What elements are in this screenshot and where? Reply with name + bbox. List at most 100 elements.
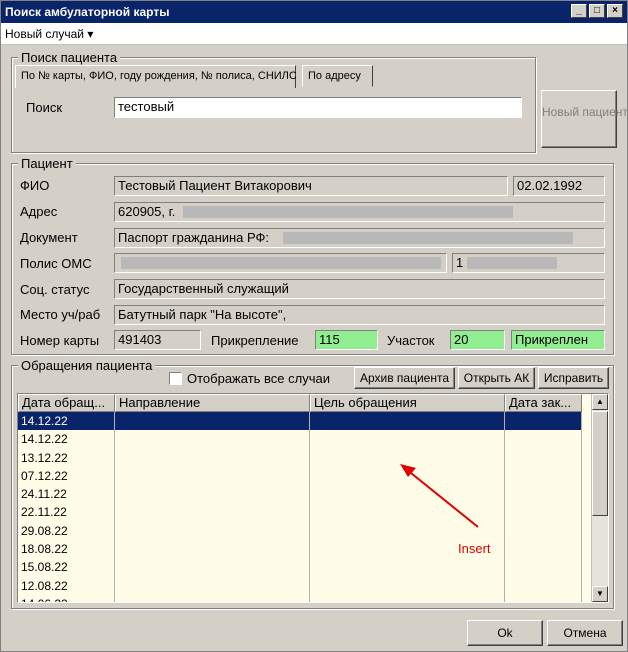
attach-label: Прикрепление [211,333,299,348]
table-row[interactable]: 14.06.22 [18,594,582,602]
table-cell [115,466,310,486]
scroll-down-icon[interactable]: ▼ [592,586,608,602]
fio-label: ФИО [20,178,50,193]
redacted-address [183,206,513,218]
table-row[interactable]: 15.08.22 [18,558,582,577]
title-bar: Поиск амбулаторной карты _ □ × [1,1,627,23]
table-cell: 24.11.22 [18,485,115,504]
table-row[interactable]: 29.08.22 [18,521,582,541]
scroll-up-icon[interactable]: ▲ [592,394,608,410]
ok-button[interactable]: Ok [467,620,543,646]
table-cell [115,485,310,504]
table-cell [115,594,310,602]
document-label: Документ [20,230,78,245]
table-cell [310,430,505,449]
oms-series-field [114,253,447,273]
social-status-label: Соц. статус [20,282,90,297]
table-cell [505,466,582,486]
attach-status-field: Прикреплен [511,330,605,350]
column-header[interactable]: Направление [115,394,310,412]
redacted-document [283,232,573,244]
visits-group-title: Обращения пациента [18,358,156,373]
table-cell [310,594,505,602]
table-cell [505,521,582,541]
table-cell [505,594,582,602]
visits-table[interactable]: Дата обращ... Направление Цель обращения… [17,393,609,603]
redacted-oms [121,257,441,269]
table-row[interactable]: 18.08.22 [18,540,582,559]
table-cell: 13.12.22 [18,448,115,467]
table-cell: 29.08.22 [18,521,115,541]
show-all-label: Отображать все случаи [187,371,330,386]
table-cell [505,485,582,504]
column-header[interactable]: Цель обращения [310,394,505,412]
table-cell [505,448,582,467]
search-input[interactable]: тестовый [114,97,522,118]
table-row[interactable]: 07.12.22 [18,466,582,486]
menu-new-case[interactable]: Новый случай ▾ [5,27,93,41]
table-cell: 14.12.22 [18,412,115,431]
section-label: Участок [387,333,435,348]
oms-number-field: 1 [452,253,605,273]
cancel-button[interactable]: Отмена [547,620,623,646]
table-row[interactable]: 14.12.22 [18,412,582,431]
table-row[interactable]: 14.12.22 [18,430,582,449]
table-cell: 12.08.22 [18,576,115,595]
patient-archive-button[interactable]: Архив пациента [354,367,455,389]
chevron-down-icon: ▾ [87,27,94,41]
address-label: Адрес [20,204,58,219]
card-number-field: 491403 [114,330,201,350]
table-cell [115,412,310,431]
oms-label: Полис ОМС [20,256,92,271]
tab-address-search[interactable]: По адресу [302,65,373,87]
scroll-thumb[interactable] [592,411,608,516]
fix-button[interactable]: Исправить [538,367,609,389]
table-row[interactable]: 12.08.22 [18,576,582,595]
table-cell [115,503,310,522]
table-body: 14.12.22 14.12.22 13.12.22 07.12.22 24.11.22… [18,412,582,602]
menu-bar: Новый случай ▾ [1,23,627,45]
table-row[interactable]: 22.11.22 [18,503,582,522]
table-cell [115,558,310,577]
table-cell [115,521,310,541]
vertical-scrollbar[interactable]: ▲ ▼ [591,394,608,602]
annotation-text: Insert [458,541,491,556]
document-field: Паспорт гражданина РФ: [114,228,605,248]
table-cell [115,576,310,595]
table-cell: 15.08.22 [18,558,115,577]
new-patient-button[interactable]: Новый пациент [541,90,628,148]
table-cell [115,540,310,559]
table-header: Дата обращ... Направление Цель обращения… [18,394,582,412]
open-ak-button[interactable]: Открыть АК [458,367,535,389]
table-cell [505,576,582,595]
minimize-button[interactable]: _ [571,4,587,18]
table-cell: 14.12.22 [18,430,115,449]
table-cell [310,558,505,577]
close-button[interactable]: × [607,4,623,18]
column-header[interactable]: Дата обращ... [18,394,115,412]
table-row[interactable]: 13.12.22 [18,448,582,467]
birth-date-field: 02.02.1992 [513,176,605,196]
redacted-oms-number [467,257,557,269]
title-buttons: _ □ × [571,4,623,18]
address-field: 620905, г. [114,202,605,222]
maximize-button[interactable]: □ [589,4,605,18]
table-cell: 07.12.22 [18,466,115,486]
patient-group-title: Пациент [18,156,76,171]
table-cell [505,558,582,577]
show-all-checkbox[interactable] [169,372,182,385]
patient-search-title: Поиск пациента [18,50,121,65]
table-row[interactable]: 24.11.22 [18,485,582,504]
table-cell [115,448,310,467]
fio-field: Тестовый Пациент Витакорович [114,176,508,196]
tab-main-search[interactable]: По № карты, ФИО, году рождения, № полиса… [15,65,297,88]
search-label: Поиск [26,100,63,115]
social-status-field: Государственный служащий [114,279,605,299]
section-field: 20 [450,330,505,350]
table-cell [115,430,310,449]
window-title: Поиск амбулаторной карты [5,5,170,19]
column-header[interactable]: Дата зак... [505,394,582,412]
search-card-window: Поиск амбулаторной карты _ □ × Новый слу… [0,0,628,652]
table-cell [505,503,582,522]
table-cell [505,540,582,559]
